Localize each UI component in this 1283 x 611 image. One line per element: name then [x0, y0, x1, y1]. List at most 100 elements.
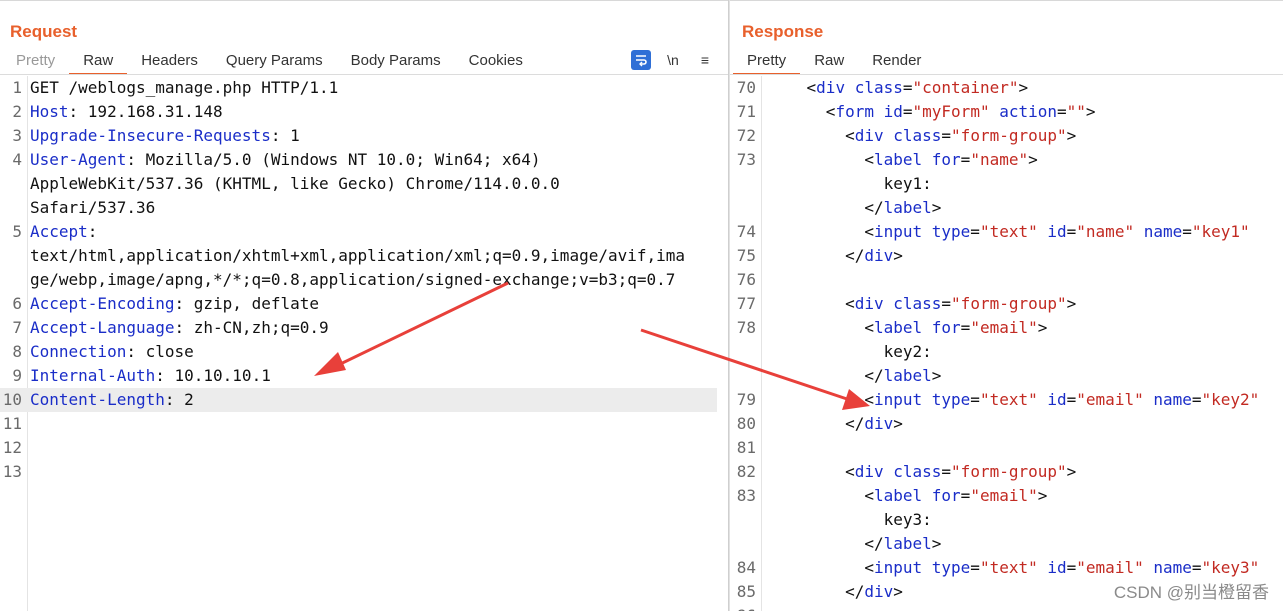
syntax-token-attrname: name	[1153, 390, 1192, 409]
show-newlines-button[interactable]: \n	[663, 50, 683, 70]
line-number: 72	[736, 126, 756, 145]
response-line: 77 <div class="form-group">	[730, 292, 1283, 316]
menu-icon[interactable]: ≡	[695, 50, 715, 70]
header-name: Accept	[30, 222, 88, 241]
request-tab-headers[interactable]: Headers	[127, 51, 212, 75]
syntax-token-attrname: action	[999, 102, 1058, 121]
response-tabs: Pretty Raw Render	[733, 51, 935, 75]
request-line-text: Accept-Language: zh-CN,zh;q=0.9	[30, 316, 329, 340]
syntax-token-tag: label	[873, 318, 932, 337]
line-number: 86	[730, 604, 756, 611]
line-number: 84	[736, 558, 756, 577]
line-number: 83	[736, 486, 756, 505]
line-number: 1	[12, 78, 22, 97]
header-value: : 1	[270, 126, 300, 145]
request-title: Request	[10, 22, 78, 41]
response-tab-raw[interactable]: Raw	[800, 51, 858, 75]
request-line: AppleWebKit/537.36 (KHTML, like Gecko) C…	[0, 172, 729, 196]
syntax-token-punc: =	[970, 222, 980, 241]
response-line-text: <form id="myForm" action="">	[768, 100, 1096, 124]
response-line-text: <label for="email">	[768, 484, 1047, 508]
syntax-token-attr: ""	[1066, 102, 1086, 121]
syntax-token-punc: </	[845, 414, 865, 433]
response-line: 83 <label for="email">	[730, 484, 1283, 508]
syntax-token-attr: "myForm"	[912, 102, 1000, 121]
request-line-text: Accept:	[30, 220, 97, 244]
header-value: : zh-CN,zh;q=0.9	[174, 318, 329, 337]
request-tab-query-params[interactable]: Query Params	[212, 51, 337, 75]
syntax-token-punc: >	[931, 366, 942, 385]
wrap-lines-icon[interactable]	[631, 50, 651, 70]
request-line: 2 Host: 192.168.31.148	[0, 100, 729, 124]
syntax-token-punc: <	[806, 78, 817, 97]
request-line-text: Upgrade-Insecure-Requests: 1	[30, 124, 300, 148]
request-tab-cookies[interactable]: Cookies	[455, 51, 537, 75]
response-editor[interactable]: 70 <div class="container"> 71 <form id="m…	[730, 76, 1283, 611]
syntax-token-punc: >	[1085, 102, 1096, 121]
header-value: : 2	[164, 390, 194, 409]
line-number: 80	[736, 414, 756, 433]
request-tab-pretty[interactable]: Pretty	[2, 51, 69, 75]
syntax-token-punc: =	[1066, 222, 1077, 241]
response-line-text: </div>	[768, 580, 903, 604]
header-name: Content-Length	[30, 390, 165, 409]
request-tab-body-params[interactable]: Body Params	[337, 51, 455, 75]
response-lines: 70 <div class="container"> 71 <form id="m…	[730, 76, 1283, 611]
request-line: Safari/537.36	[0, 196, 729, 220]
response-tab-pretty[interactable]: Pretty	[733, 51, 801, 75]
syntax-token-attr: "name"	[1076, 222, 1144, 241]
syntax-token-attr: "text"	[979, 222, 1048, 241]
response-line: 78 <label for="email">	[730, 316, 1283, 340]
syntax-token-punc: <	[864, 486, 874, 505]
syntax-token-tag: label	[873, 486, 932, 505]
line-number: 9	[12, 366, 22, 385]
response-line-text: <label for="email">	[768, 316, 1047, 340]
line-number: 79	[736, 390, 756, 409]
header-value: : gzip, deflate	[174, 294, 320, 313]
request-tabs: Pretty Raw Headers Query Params Body Params C…	[2, 51, 537, 75]
request-editor[interactable]: 1 GET /weblogs_manage.php HTTP/1.1 2 Host: …	[0, 76, 729, 611]
request-line-text: Host: 192.168.31.148	[30, 100, 223, 124]
response-line-text: <div class="form-group">	[768, 292, 1076, 316]
syntax-token-punc: =	[941, 126, 952, 145]
syntax-token-punc: </	[864, 366, 884, 385]
request-line: 12	[0, 436, 729, 460]
syntax-token-tag: input	[873, 222, 932, 241]
syntax-token-punc: =	[970, 558, 980, 577]
syntax-token-attr: "email"	[1076, 558, 1154, 577]
syntax-token-attrname: id	[1047, 222, 1067, 241]
response-line-text: <div class="form-group">	[768, 460, 1076, 484]
response-line: 70 <div class="container">	[730, 76, 1283, 100]
response-line-text: </label>	[768, 532, 941, 556]
header-name: User-Agent	[30, 150, 127, 169]
syntax-token-attrname: name	[1143, 222, 1183, 241]
header-name: Internal-Auth	[30, 366, 156, 385]
header-value: : Mozilla/5.0 (Windows NT 10.0; Win64; x…	[126, 150, 541, 169]
header-value: : 10.10.10.1	[155, 366, 271, 385]
line-number: 2	[12, 102, 22, 121]
request-tab-divider	[0, 74, 729, 75]
line-number: 12	[2, 438, 22, 457]
request-tab-raw[interactable]: Raw	[69, 51, 128, 75]
header-value: : close	[126, 342, 194, 361]
line-number: 11	[2, 414, 22, 433]
line-number: 5	[12, 222, 22, 241]
syntax-token-attr: "form-group"	[951, 462, 1067, 481]
syntax-token-tag: input	[873, 558, 932, 577]
syntax-token-attrname: for	[931, 318, 961, 337]
response-tab-render[interactable]: Render	[858, 51, 935, 75]
syntax-token-punc: </	[864, 198, 884, 217]
line-number: 82	[736, 462, 756, 481]
syntax-token-attrname: class	[854, 78, 903, 97]
response-line: 79 <input type="text" id="email" name="k…	[730, 388, 1283, 412]
syntax-token-tag: div	[816, 78, 855, 97]
syntax-token-punc: =	[1182, 222, 1192, 241]
response-line-text: <div class="container">	[768, 76, 1029, 100]
response-line: </label>	[730, 364, 1283, 388]
syntax-token-attr: "key2"	[1201, 390, 1260, 409]
response-line: key2:	[730, 340, 1283, 364]
request-line: 6 Accept-Encoding: gzip, deflate	[0, 292, 729, 316]
line-number: 4	[12, 150, 22, 169]
response-line-text: <input type="text" id="name" name="key1"	[768, 220, 1249, 244]
response-line-text: </label>	[768, 364, 941, 388]
